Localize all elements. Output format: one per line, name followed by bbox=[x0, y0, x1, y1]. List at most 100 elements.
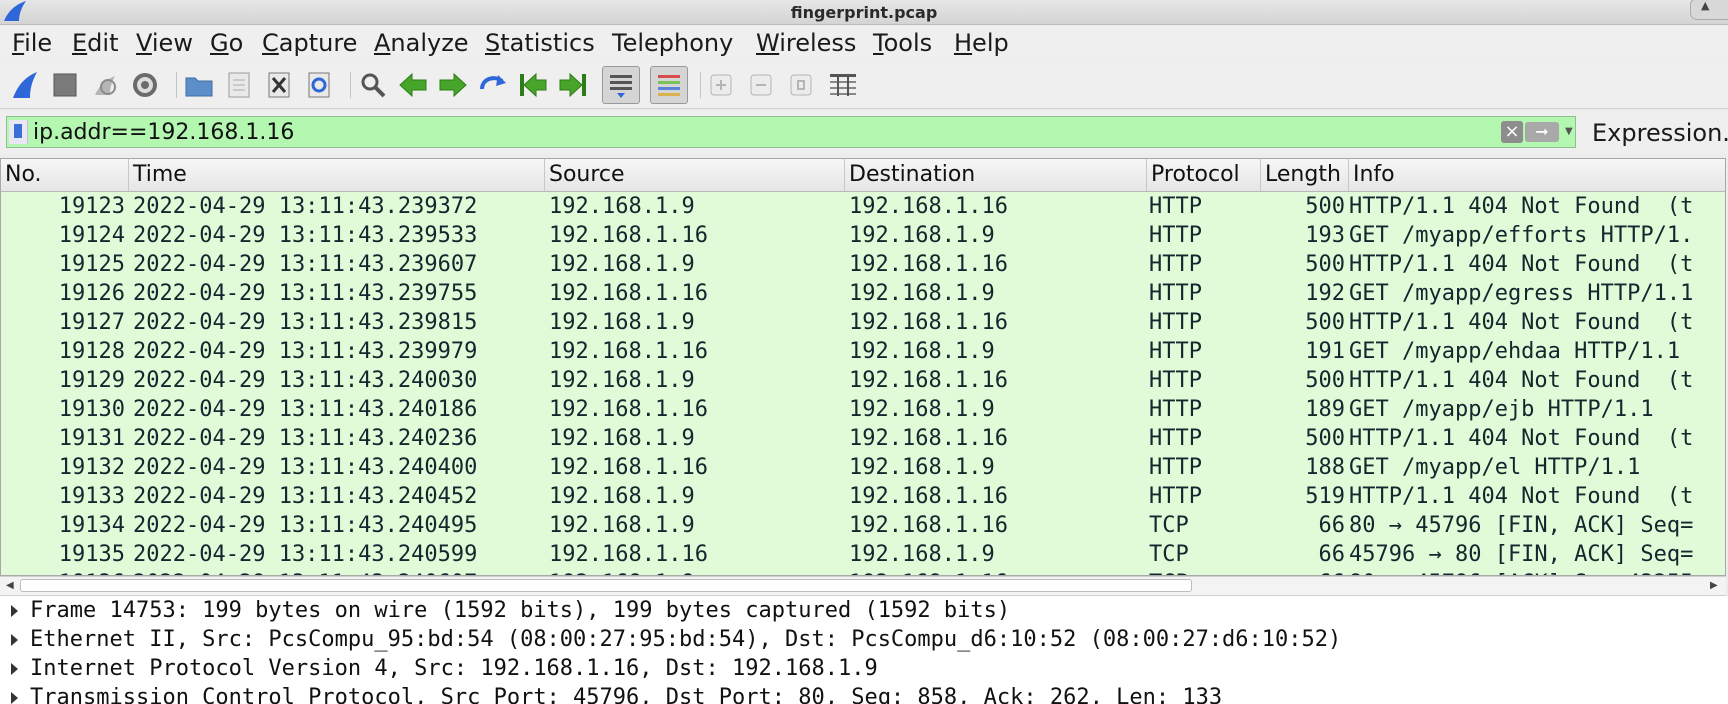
packet-cell-dst: 192.168.1.9 bbox=[849, 397, 995, 422]
packet-cell-src: 192.168.1.16 bbox=[549, 397, 708, 422]
column-header-destination[interactable]: Destination bbox=[845, 159, 1147, 191]
menu-wireless[interactable]: Wireless bbox=[756, 29, 856, 57]
window-title: fingerprint.pcap bbox=[790, 3, 938, 22]
scroll-left-icon[interactable]: ◀ bbox=[6, 580, 14, 591]
detail-tree-item[interactable]: Frame 14753: 199 bytes on wire (1592 bit… bbox=[0, 596, 1728, 625]
apply-filter-button[interactable]: ➞ bbox=[1525, 122, 1559, 142]
capture-options-icon[interactable] bbox=[128, 68, 162, 102]
packet-row[interactable]: 19124 2022-04-29 13:11:43.239533 192.168.1… bbox=[1, 221, 1725, 250]
expand-arrow-icon[interactable] bbox=[11, 663, 18, 675]
menu-tools[interactable]: Tools bbox=[873, 29, 932, 57]
menu-telephony[interactable]: Telephony bbox=[612, 29, 733, 57]
first-packet-icon[interactable] bbox=[516, 68, 550, 102]
packet-cell-proto: HTTP bbox=[1149, 368, 1202, 393]
expand-arrow-icon[interactable] bbox=[11, 634, 18, 646]
find-packet-icon[interactable] bbox=[356, 68, 390, 102]
filter-history-dropdown-icon[interactable]: ▼ bbox=[1565, 126, 1573, 137]
display-filter-input[interactable] bbox=[33, 119, 1333, 145]
packet-cell-src: 192.168.1.16 bbox=[549, 542, 708, 567]
toolbar-separator bbox=[176, 72, 177, 98]
packet-row[interactable]: 19135 2022-04-29 13:11:43.240599 192.168.1… bbox=[1, 540, 1725, 569]
menu-statistics[interactable]: Statistics bbox=[485, 29, 595, 57]
normal-size-icon[interactable] bbox=[784, 68, 818, 102]
packet-row[interactable]: 19130 2022-04-29 13:11:43.240186 192.168.1… bbox=[1, 395, 1725, 424]
detail-tree-item[interactable]: Transmission Control Protocol, Src Port:… bbox=[0, 683, 1728, 704]
packet-cell-dst: 192.168.1.16 bbox=[849, 484, 1008, 509]
packet-cell-dst: 192.168.1.16 bbox=[849, 426, 1008, 451]
menu-analyze[interactable]: Analyze bbox=[374, 29, 469, 57]
packet-row[interactable]: 19136 2022-04-29 13:11:43.240607 192.168.1… bbox=[1, 569, 1725, 575]
menu-capture[interactable]: Capture bbox=[262, 29, 357, 57]
detail-tree-label: Frame 14753: 199 bytes on wire (1592 bit… bbox=[30, 598, 1011, 623]
packet-row[interactable]: 19132 2022-04-29 13:11:43.240400 192.168.1… bbox=[1, 453, 1725, 482]
restart-capture-icon[interactable] bbox=[88, 68, 122, 102]
apply-arrow-icon: ➞ bbox=[1535, 122, 1549, 141]
scrollbar-thumb[interactable] bbox=[20, 579, 1192, 592]
packet-cell-len: 500 bbox=[1305, 252, 1345, 277]
save-file-icon[interactable] bbox=[222, 68, 256, 102]
packet-row[interactable]: 19125 2022-04-29 13:11:43.239607 192.168.1… bbox=[1, 250, 1725, 279]
expand-arrow-icon[interactable] bbox=[11, 692, 18, 704]
last-packet-icon[interactable] bbox=[556, 68, 590, 102]
packet-cell-src: 192.168.1.9 bbox=[549, 368, 695, 393]
stop-capture-icon[interactable] bbox=[48, 68, 82, 102]
packet-row[interactable]: 19131 2022-04-29 13:11:43.240236 192.168.1… bbox=[1, 424, 1725, 453]
packet-cell-time: 2022-04-29 13:11:43.240495 bbox=[133, 513, 478, 538]
colorize-icon[interactable] bbox=[650, 66, 688, 104]
expand-arrow-icon[interactable] bbox=[11, 605, 18, 617]
detail-tree-item[interactable]: Internet Protocol Version 4, Src: 192.16… bbox=[0, 654, 1728, 683]
packet-cell-proto: HTTP bbox=[1149, 194, 1202, 219]
zoom-in-icon[interactable] bbox=[704, 68, 738, 102]
column-header-time[interactable]: Time bbox=[129, 159, 545, 191]
menu-file[interactable]: File bbox=[12, 29, 52, 57]
packet-cell-proto: HTTP bbox=[1149, 484, 1202, 509]
packet-row[interactable]: 19127 2022-04-29 13:11:43.239815 192.168.1… bbox=[1, 308, 1725, 337]
menu-help[interactable]: Help bbox=[954, 29, 1009, 57]
shark-fin-start-icon[interactable] bbox=[8, 68, 42, 102]
go-to-packet-icon[interactable] bbox=[476, 68, 510, 102]
close-file-icon[interactable] bbox=[262, 68, 296, 102]
open-file-icon[interactable] bbox=[182, 68, 216, 102]
resize-columns-icon[interactable] bbox=[826, 68, 860, 102]
column-header-source[interactable]: Source bbox=[545, 159, 845, 191]
zoom-out-icon[interactable] bbox=[744, 68, 778, 102]
packet-cell-src: 192.168.1.9 bbox=[549, 513, 695, 538]
autoscroll-icon[interactable] bbox=[602, 66, 640, 104]
packet-cell-len: 500 bbox=[1305, 426, 1345, 451]
column-header-info[interactable]: Info bbox=[1349, 159, 1725, 191]
packet-row[interactable]: 19133 2022-04-29 13:11:43.240452 192.168.1… bbox=[1, 482, 1725, 511]
packet-list[interactable]: No. Time Source Destination Protocol Length In… bbox=[0, 158, 1726, 576]
window-maximize-button[interactable]: ▲ bbox=[1690, 0, 1728, 20]
filter-bookmark-button[interactable] bbox=[9, 120, 28, 144]
packet-row[interactable]: 19129 2022-04-29 13:11:43.240030 192.168.1… bbox=[1, 366, 1725, 395]
reload-file-icon[interactable] bbox=[302, 68, 336, 102]
column-header-protocol[interactable]: Protocol bbox=[1147, 159, 1261, 191]
menu-view[interactable]: View bbox=[136, 29, 193, 57]
column-header-length[interactable]: Length bbox=[1261, 159, 1349, 191]
menu-go[interactable]: Go bbox=[210, 29, 243, 57]
clear-filter-button[interactable]: × bbox=[1501, 121, 1523, 143]
detail-tree-item[interactable]: Ethernet II, Src: PcsCompu_95:bd:54 (08:… bbox=[0, 625, 1728, 654]
packet-list-horizontal-scrollbar[interactable]: ◀ ▶ bbox=[0, 576, 1726, 596]
packet-row[interactable]: 19126 2022-04-29 13:11:43.239755 192.168.1… bbox=[1, 279, 1725, 308]
packet-cell-proto: TCP bbox=[1149, 513, 1189, 538]
detail-tree-label: Internet Protocol Version 4, Src: 192.16… bbox=[30, 656, 878, 681]
packet-details-pane[interactable]: Frame 14753: 199 bytes on wire (1592 bit… bbox=[0, 596, 1728, 704]
packet-cell-dst: 192.168.1.9 bbox=[849, 281, 995, 306]
packet-cell-src: 192.168.1.16 bbox=[549, 455, 708, 480]
packet-cell-src: 192.168.1.9 bbox=[549, 252, 695, 277]
packet-row[interactable]: 19134 2022-04-29 13:11:43.240495 192.168.1… bbox=[1, 511, 1725, 540]
scroll-right-icon[interactable]: ▶ bbox=[1710, 580, 1718, 591]
packet-row[interactable]: 19123 2022-04-29 13:11:43.239372 192.168.1… bbox=[1, 192, 1725, 221]
menu-edit[interactable]: Edit bbox=[72, 29, 118, 57]
packet-cell-dst: 192.168.1.16 bbox=[849, 513, 1008, 538]
expression-button[interactable]: Expression... bbox=[1592, 119, 1728, 147]
go-back-icon[interactable] bbox=[396, 68, 430, 102]
packet-cell-time: 2022-04-29 13:11:43.239607 bbox=[133, 252, 478, 277]
packet-cell-no: 19134 bbox=[58, 513, 125, 538]
column-header-no[interactable]: No. bbox=[1, 159, 129, 191]
go-forward-icon[interactable] bbox=[436, 68, 470, 102]
toolbar-separator bbox=[350, 72, 351, 98]
packet-cell-dst: 192.168.1.9 bbox=[849, 339, 995, 364]
packet-row[interactable]: 19128 2022-04-29 13:11:43.239979 192.168.1… bbox=[1, 337, 1725, 366]
